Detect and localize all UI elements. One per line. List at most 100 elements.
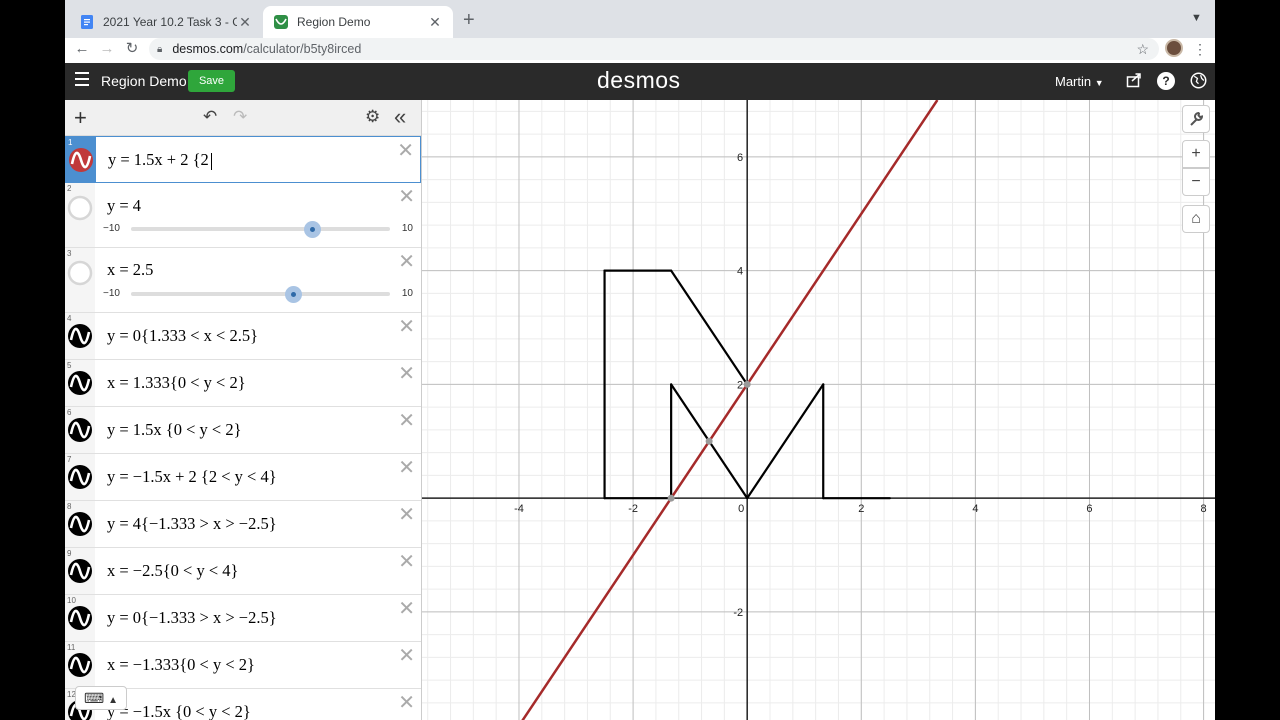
tab-search-icon[interactable]: ▼ (1191, 12, 1202, 24)
expression-row[interactable]: 8 y = 4{−1.333 > x > −2.5} ✕ (65, 501, 421, 548)
bookmark-star-icon[interactable]: ☆ (1136, 41, 1149, 58)
forward-icon[interactable]: → (96, 38, 118, 60)
delete-expression-icon[interactable]: ✕ (398, 252, 415, 272)
home-icon[interactable]: ⌂ (1182, 205, 1210, 233)
new-tab-button[interactable]: + (463, 9, 475, 32)
graph-style-icon[interactable] (67, 370, 93, 396)
expression-input[interactable]: x = 1.333{0 < y < 2} (107, 373, 246, 393)
expression-row[interactable]: 5 x = 1.333{0 < y < 2} ✕ (65, 360, 421, 407)
expression-row[interactable]: 10 y = 0{−1.333 > x > −2.5} ✕ (65, 595, 421, 642)
expression-row[interactable]: 2 y = 4 ✕ −10 10 (65, 183, 421, 248)
tab-title: 2021 Year 10.2 Task 3 - Google (103, 15, 237, 29)
expression-row[interactable]: 11 x = −1.333{0 < y < 2} ✕ (65, 642, 421, 689)
delete-expression-icon[interactable]: ✕ (398, 364, 415, 384)
globe-icon[interactable] (1189, 72, 1207, 90)
save-button[interactable]: Save (188, 70, 235, 92)
collapse-panel-icon[interactable]: « (394, 104, 406, 130)
slider-track[interactable] (131, 286, 390, 303)
slider-max[interactable]: 10 (402, 288, 413, 299)
reload-icon[interactable]: ↻ (121, 38, 143, 60)
slider-min[interactable]: −10 (103, 288, 120, 299)
browser-toolbar: ← → ↻ 🔒︎ desmos.com/calculator/b5ty8irce… (65, 38, 1215, 63)
expression-input[interactable]: y = −1.5x + 2 {2 < y < 4} (107, 467, 277, 487)
expression-row[interactable]: 4 y = 0{1.333 < x < 2.5} ✕ (65, 313, 421, 360)
hamburger-menu-icon[interactable] (75, 72, 89, 86)
graph-style-icon[interactable] (67, 605, 93, 631)
url-path: /calculator/b5ty8irced (243, 42, 362, 56)
expression-input[interactable]: y = 0{1.333 < x < 2.5} (107, 326, 258, 346)
close-tab-icon[interactable]: ✕ (237, 14, 253, 31)
expression-input[interactable]: y = 0{−1.333 > x > −2.5} (107, 608, 277, 628)
slider-track[interactable] (131, 221, 390, 238)
profile-avatar[interactable] (1165, 39, 1183, 57)
graph-style-icon[interactable] (67, 323, 93, 349)
expression-input[interactable]: y = 1.5x {0 < y < 2} (107, 420, 242, 440)
graph-paper[interactable]: -4 -2 0 2 4 6 8 6 4 2 -2 + − ⌂ (422, 99, 1215, 720)
browser-menu-icon[interactable]: ⋮ (1193, 38, 1207, 60)
expression-input[interactable]: x = 2.5 (107, 260, 153, 280)
graph-style-icon[interactable] (67, 417, 93, 443)
delete-expression-icon[interactable]: ✕ (398, 187, 415, 207)
chevron-down-icon: ▼ (1094, 78, 1104, 88)
user-menu[interactable]: Martin ▼ (1055, 74, 1104, 89)
undo-icon[interactable]: ↶ (203, 107, 217, 127)
expression-row[interactable]: 7 y = −1.5x + 2 {2 < y < 4} ✕ (65, 454, 421, 501)
delete-expression-icon[interactable]: ✕ (398, 552, 415, 572)
graph-canvas[interactable]: -4 -2 0 2 4 6 8642-2 (422, 99, 1215, 720)
expression-input[interactable]: y = −1.5x {0 < y < 2} (107, 702, 251, 720)
add-expression-button[interactable]: + (74, 105, 87, 131)
graph-style-icon[interactable] (67, 511, 93, 537)
expression-number: 7 (67, 455, 72, 464)
expression-row[interactable]: 9 x = −2.5{0 < y < 4} ✕ (65, 548, 421, 595)
expression-row[interactable]: 6 y = 1.5x {0 < y < 2} ✕ (65, 407, 421, 454)
help-icon[interactable]: ? (1157, 72, 1175, 90)
address-bar[interactable]: 🔒︎ desmos.com/calculator/b5ty8irced ☆ (149, 38, 1159, 60)
delete-expression-icon[interactable]: ✕ (398, 599, 415, 619)
expression-input[interactable]: y = 1.5x + 2 {2 (108, 150, 212, 170)
x-tick-label: 4 (972, 503, 978, 515)
slider-handle[interactable] (304, 221, 322, 238)
expression-row[interactable]: 3 x = 2.5 ✕ −10 10 (65, 248, 421, 313)
redo-icon[interactable]: ↷ (233, 107, 247, 127)
graph-style-icon[interactable] (67, 652, 93, 678)
tab-title: Region Demo (297, 15, 371, 29)
expression-input[interactable]: y = 4 (107, 196, 141, 216)
expression-input[interactable]: x = −2.5{0 < y < 4} (107, 561, 238, 581)
delete-expression-icon[interactable]: ✕ (398, 411, 415, 431)
hidden-graph-icon[interactable] (67, 195, 93, 221)
graph-title[interactable]: Region Demo (101, 73, 187, 89)
delete-expression-icon[interactable]: ✕ (398, 458, 415, 478)
gear-icon[interactable]: ⚙ (365, 107, 380, 127)
x-tick-label: 2 (858, 503, 864, 515)
graph-style-icon[interactable] (68, 147, 94, 173)
graph-style-icon[interactable] (67, 464, 93, 490)
tab-google-doc[interactable]: 2021 Year 10.2 Task 3 - Google ✕ (69, 6, 263, 38)
tab-region-demo[interactable]: Region Demo ✕ (263, 6, 453, 38)
slider-max[interactable]: 10 (402, 223, 413, 234)
share-icon[interactable] (1125, 72, 1143, 90)
delete-expression-icon[interactable]: ✕ (398, 317, 415, 337)
delete-expression-icon[interactable]: ✕ (398, 646, 415, 666)
desmos-icon (274, 15, 288, 29)
zoom-out-icon[interactable]: − (1182, 168, 1210, 196)
keyboard-toggle-button[interactable]: ⌨ ▲ (75, 686, 127, 710)
delete-expression-icon[interactable]: ✕ (398, 693, 415, 713)
delete-expression-icon[interactable]: ✕ (398, 505, 415, 525)
browser-window: 2021 Year 10.2 Task 3 - Google ✕ Region … (65, 0, 1215, 720)
hidden-graph-icon[interactable] (67, 260, 93, 286)
graph-style-icon[interactable] (67, 558, 93, 584)
close-tab-icon[interactable]: ✕ (427, 14, 443, 31)
expression-row[interactable]: 1 y = 1.5x + 2 {2 ✕ (65, 136, 421, 183)
x-tick-label: 6 (1086, 503, 1092, 515)
slider-min[interactable]: −10 (103, 223, 120, 234)
expression-number: 10 (67, 596, 76, 605)
back-icon[interactable]: ← (71, 38, 93, 60)
expression-input[interactable]: y = 4{−1.333 > x > −2.5} (107, 514, 277, 534)
slider-handle[interactable] (284, 286, 302, 303)
user-name: Martin (1055, 74, 1092, 89)
delete-expression-icon[interactable]: ✕ (397, 141, 414, 161)
zoom-in-icon[interactable]: + (1182, 140, 1210, 168)
expression-input[interactable]: x = −1.333{0 < y < 2} (107, 655, 255, 675)
intersection-point (667, 494, 675, 502)
wrench-icon[interactable] (1182, 105, 1210, 133)
